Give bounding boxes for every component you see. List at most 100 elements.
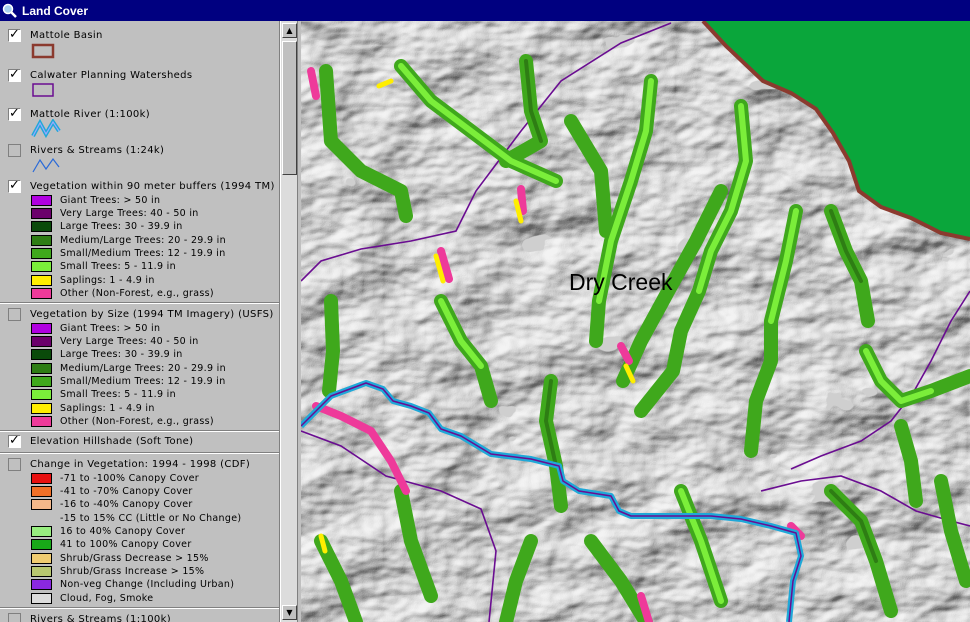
class-label: Other (Non-Forest, e.g., grass) (60, 415, 214, 427)
class-swatch (31, 274, 52, 286)
class-label: Small Trees: 5 - 11.9 in (60, 388, 176, 400)
legend-class: Giant Trees: > 50 in (31, 322, 160, 334)
theme-checkbox[interactable] (8, 458, 21, 471)
class-label: Medium/Large Trees: 20 - 29.9 in (60, 362, 226, 374)
legend-class: -15 to 15% CC (Little or No Change) (31, 512, 241, 524)
scroll-down-button[interactable]: ▼ (282, 605, 297, 620)
class-label: Giant Trees: > 50 in (60, 194, 161, 206)
legend-scrollbar[interactable]: ▲ ▼ (280, 21, 298, 622)
theme-checkbox[interactable] (8, 144, 21, 157)
class-swatch (31, 415, 52, 427)
legend-class: Medium/Large Trees: 20 - 29.9 in (31, 234, 226, 246)
class-label: Other (Non-Forest, e.g., grass) (60, 287, 214, 299)
stream-line-icon (32, 157, 60, 173)
theme-hillshade[interactable]: ✓ Elevation Hillshade (Soft Tone) (8, 434, 194, 448)
legend-class: Small/Medium Trees: 12 - 19.9 in (31, 247, 226, 259)
class-swatch (31, 402, 52, 414)
class-label: Medium/Large Trees: 20 - 29.9 in (60, 234, 226, 246)
legend-class: Medium/Large Trees: 20 - 29.9 in (31, 362, 226, 374)
class-label: Very Large Trees: 40 - 50 in (60, 207, 199, 219)
theme-checkbox[interactable]: ✓ (8, 28, 21, 42)
theme-label: Elevation Hillshade (Soft Tone) (30, 436, 194, 447)
class-swatch (31, 234, 52, 246)
scroll-up-button[interactable]: ▲ (282, 23, 297, 38)
basin-swatch-icon (31, 43, 55, 59)
scroll-thumb[interactable] (282, 41, 297, 175)
class-label: Non-veg Change (Including Urban) (60, 578, 235, 590)
class-swatch (31, 322, 52, 334)
class-swatch (31, 565, 52, 577)
theme-watersheds[interactable]: ✓ Calwater Planning Watersheds (8, 68, 193, 82)
class-label: Saplings: 1 - 4.9 in (60, 274, 155, 286)
theme-vegetation-buffers[interactable]: ✓ Vegetation within 90 meter buffers (19… (8, 179, 275, 193)
theme-checkbox[interactable] (8, 613, 21, 622)
legend-class: -71 to -100% Canopy Cover (31, 472, 199, 484)
class-swatch (31, 375, 52, 387)
legend-class: Saplings: 1 - 4.9 in (31, 402, 155, 414)
legend-class: Giant Trees: > 50 in (31, 194, 160, 206)
legend-class: Small Trees: 5 - 11.9 in (31, 388, 176, 400)
river-line-icon (31, 119, 61, 139)
legend-class: Cloud, Fog, Smoke (31, 592, 153, 604)
theme-vegetation-size[interactable]: Vegetation by Size (1994 TM Imagery) (US… (8, 308, 274, 321)
theme-label: Calwater Planning Watersheds (30, 70, 193, 81)
divider (0, 302, 279, 304)
theme-label: Rivers & Streams (1:100k) (30, 614, 172, 622)
class-swatch (31, 260, 52, 272)
place-label: Dry Creek (569, 269, 673, 295)
theme-checkbox[interactable]: ✓ (8, 68, 21, 82)
class-swatch (31, 207, 52, 219)
legend-class: Shrub/Grass Decrease > 15% (31, 552, 209, 564)
class-swatch (31, 247, 52, 259)
class-label: 16 to 40% Canopy Cover (60, 525, 186, 537)
map-view[interactable]: Dry Creek (301, 21, 970, 622)
class-label: Large Trees: 30 - 39.9 in (60, 348, 183, 360)
class-swatch (31, 362, 52, 374)
window-title: Land Cover (22, 3, 89, 18)
theme-checkbox[interactable]: ✓ (8, 179, 21, 193)
class-swatch (31, 388, 52, 400)
theme-checkbox[interactable] (8, 308, 21, 321)
theme-checkbox[interactable]: ✓ (8, 434, 21, 448)
class-label: Large Trees: 30 - 39.9 in (60, 220, 183, 232)
legend-panel: ✓ Mattole Basin ✓ Calwater Planning Wate… (0, 21, 280, 622)
legend-class: Other (Non-Forest, e.g., grass) (31, 415, 214, 427)
class-label: -71 to -100% Canopy Cover (60, 472, 199, 484)
legend-class: Very Large Trees: 40 - 50 in (31, 207, 199, 219)
class-label: -15 to 15% CC (Little or No Change) (60, 512, 242, 524)
theme-mattole-river[interactable]: ✓ Mattole River (1:100k) (8, 107, 150, 121)
theme-label: Vegetation by Size (1994 TM Imagery) (US… (30, 309, 274, 320)
theme-label: Change in Vegetation: 1994 - 1998 (CDF) (30, 459, 251, 470)
class-label: -16 to -40% Canopy Cover (60, 498, 193, 510)
class-label: Shrub/Grass Decrease > 15% (60, 552, 209, 564)
class-swatch (31, 512, 52, 524)
class-label: -41 to -70% Canopy Cover (60, 485, 193, 497)
class-label: Cloud, Fog, Smoke (60, 592, 154, 604)
class-label: 41 to 100% Canopy Cover (60, 538, 192, 550)
theme-mattole-basin[interactable]: ✓ Mattole Basin (8, 28, 103, 42)
class-label: Saplings: 1 - 4.9 in (60, 402, 155, 414)
legend-class: -41 to -70% Canopy Cover (31, 485, 193, 497)
class-swatch (31, 194, 52, 206)
class-label: Small/Medium Trees: 12 - 19.9 in (60, 247, 226, 259)
legend-class: Other (Non-Forest, e.g., grass) (31, 287, 214, 299)
class-swatch (31, 525, 52, 537)
legend-class: Large Trees: 30 - 39.9 in (31, 220, 183, 232)
class-label: Very Large Trees: 40 - 50 in (60, 335, 199, 347)
divider (0, 452, 279, 454)
divider (0, 430, 279, 432)
class-swatch (31, 498, 52, 510)
legend-class: Saplings: 1 - 4.9 in (31, 274, 155, 286)
window-titlebar: Land Cover (0, 0, 970, 21)
theme-streams-100k[interactable]: Rivers & Streams (1:100k) (8, 613, 171, 622)
legend-class: Shrub/Grass Increase > 15% (31, 565, 204, 577)
theme-vegetation-change[interactable]: Change in Vegetation: 1994 - 1998 (CDF) (8, 458, 250, 471)
class-swatch (31, 592, 52, 604)
theme-label: Mattole Basin (30, 30, 103, 41)
class-swatch (31, 220, 52, 232)
legend-class: Large Trees: 30 - 39.9 in (31, 348, 183, 360)
theme-checkbox[interactable]: ✓ (8, 107, 21, 121)
class-swatch (31, 538, 52, 550)
class-swatch (31, 287, 52, 299)
map-canvas (301, 21, 970, 622)
